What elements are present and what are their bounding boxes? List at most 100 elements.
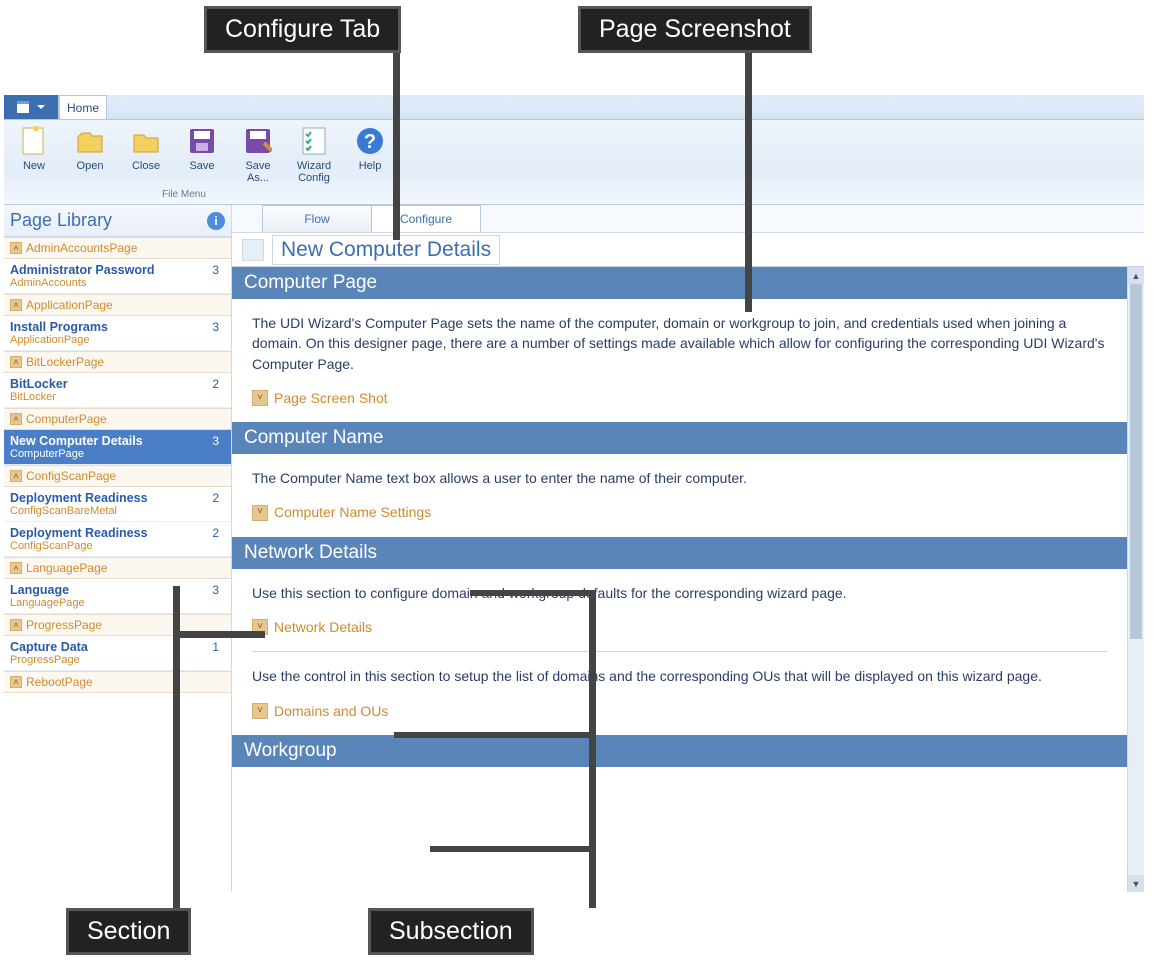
library-group-header[interactable]: ˄BitLockerPage [4, 351, 231, 373]
chevron-up-icon: ˄ [10, 676, 22, 688]
content-panel: Flow Configure New Computer Details Comp… [232, 205, 1144, 892]
help-icon: ? [356, 127, 384, 155]
library-item-name: Install Programs [10, 320, 206, 334]
library-item-count: 3 [206, 320, 225, 334]
library-item[interactable]: Administrator PasswordAdminAccounts3 [4, 259, 231, 294]
content-tabstrip: Flow Configure [232, 205, 1144, 233]
section-header: Computer Name [232, 422, 1127, 454]
open-button[interactable]: Open [66, 124, 114, 172]
page-library-list[interactable]: ˄AdminAccountsPageAdministrator Password… [4, 237, 231, 892]
library-item-count: 1 [206, 640, 225, 654]
callout-line [173, 586, 180, 636]
library-group-label: LanguagePage [26, 561, 107, 575]
sub-toggle[interactable]: ˅Network Details [252, 617, 1107, 637]
sub-toggle-label: Network Details [274, 617, 372, 637]
callout-subsection: Subsection [368, 908, 534, 955]
sub-toggle-label: Domains and OUs [274, 701, 388, 721]
scroll-up-arrow[interactable]: ▲ [1128, 267, 1144, 284]
page-title: New Computer Details [272, 235, 500, 265]
library-item-count: 3 [206, 263, 225, 277]
library-item-name: BitLocker [10, 377, 206, 391]
chevron-up-icon: ˄ [10, 619, 22, 631]
library-group-label: RebootPage [26, 675, 93, 689]
library-item[interactable]: BitLockerBitLocker2 [4, 373, 231, 408]
section-header: Workgroup [232, 735, 1127, 767]
chevron-up-icon: ˄ [10, 562, 22, 574]
save-as-icon [244, 127, 272, 155]
library-group-header[interactable]: ˄ LanguagePage [4, 557, 231, 579]
info-icon[interactable]: i [207, 212, 225, 230]
chevron-up-icon: ˄ [10, 299, 22, 311]
save-as-button[interactable]: Save As... [234, 124, 282, 184]
library-item-sub: AdminAccounts [10, 277, 206, 289]
library-item[interactable]: Capture DataProgressPage1 [4, 636, 231, 671]
document-dropdown-icon [15, 99, 47, 115]
chevron-up-icon: ˄ [10, 413, 22, 425]
new-doc-icon [21, 126, 47, 156]
section-body: The UDI Wizard's Computer Page sets the … [232, 299, 1127, 422]
tab-configure[interactable]: Configure [371, 205, 481, 232]
chevron-down-icon: ˅ [252, 390, 268, 406]
library-item-name: Administrator Password [10, 263, 206, 277]
library-item-count: 2 [206, 491, 225, 505]
scroll-thumb[interactable] [1130, 284, 1142, 639]
callout-line [430, 846, 594, 852]
callout-line [470, 590, 596, 596]
callout-page-screenshot: Page Screenshot [578, 6, 812, 53]
library-item-count: 3 [206, 434, 225, 448]
sub-toggle[interactable]: ˅ Domains and OUs [252, 701, 1107, 721]
sub-toggle-label: Page Screen Shot [274, 388, 388, 408]
library-item[interactable]: LanguageLanguagePage3 [4, 579, 231, 614]
library-group-header[interactable]: ˄ComputerPage [4, 408, 231, 430]
library-item-sub: ComputerPage [10, 448, 206, 460]
checklist-icon [301, 126, 327, 156]
page-icon [242, 239, 264, 261]
library-group-header[interactable]: ˄ ConfigScanPage [4, 465, 231, 487]
library-group-header[interactable]: ˄ApplicationPage [4, 294, 231, 316]
save-button[interactable]: Save [178, 124, 226, 172]
library-item[interactable]: New Computer DetailsComputerPage3 [4, 430, 231, 465]
section-header: Computer Page [232, 267, 1127, 299]
sub-toggle[interactable]: ˅ Page Screen Shot [252, 388, 1107, 408]
tab-flow[interactable]: Flow [262, 205, 372, 232]
page-library-title: Page Library [10, 210, 112, 231]
svg-text:?: ? [364, 131, 376, 153]
sub-toggle[interactable]: ˅ Computer Name Settings [252, 502, 1107, 522]
chevron-down-icon: ˅ [252, 703, 268, 719]
chevron-down-icon: ˅ [252, 505, 268, 521]
help-button[interactable]: ? Help [346, 124, 394, 172]
section-header: Network Details [232, 537, 1127, 569]
save-icon [188, 127, 216, 155]
close-button[interactable]: Close [122, 124, 170, 172]
library-item-name: Deployment Readiness [10, 526, 206, 540]
library-group-label: ProgressPage [26, 618, 102, 632]
callout-configure-tab: Configure Tab [204, 6, 401, 53]
ribbon-tab-home[interactable]: Home [59, 95, 107, 119]
library-item[interactable]: Deployment ReadinessConfigScanBareMetal2 [4, 487, 231, 522]
scroll-down-arrow[interactable]: ▼ [1128, 875, 1144, 892]
folder-open-icon [76, 129, 104, 153]
callout-line [393, 52, 400, 240]
library-item[interactable]: Deployment ReadinessConfigScanPage2 [4, 522, 231, 557]
new-button[interactable]: New [10, 124, 58, 172]
app-menu-button[interactable] [4, 95, 59, 119]
library-item[interactable]: Install ProgramsApplicationPage3 [4, 316, 231, 351]
callout-section: Section [66, 908, 191, 955]
library-group-label: ConfigScanPage [26, 469, 116, 483]
library-group-header[interactable]: ˄ RebootPage [4, 671, 231, 693]
vertical-scrollbar[interactable]: ▲ ▼ [1127, 267, 1144, 892]
library-group-header[interactable]: ˄AdminAccountsPage [4, 237, 231, 259]
library-group-label: AdminAccountsPage [26, 241, 137, 255]
library-item-count: 2 [206, 377, 225, 391]
library-group-label: BitLockerPage [26, 355, 104, 369]
page-library-panel: Page Library i ˄AdminAccountsPageAdminis… [4, 205, 232, 892]
library-item-name: New Computer Details [10, 434, 206, 448]
content-scroll[interactable]: Computer PageThe UDI Wizard's Computer P… [232, 267, 1127, 892]
ribbon-group-label: File Menu [162, 189, 206, 200]
library-item-name: Deployment Readiness [10, 491, 206, 505]
folder-icon [132, 129, 160, 153]
chevron-up-icon: ˄ [10, 470, 22, 482]
callout-line [394, 732, 596, 738]
sub-toggle-label: Computer Name Settings [274, 502, 431, 522]
wizard-config-button[interactable]: Wizard Config [290, 124, 338, 184]
